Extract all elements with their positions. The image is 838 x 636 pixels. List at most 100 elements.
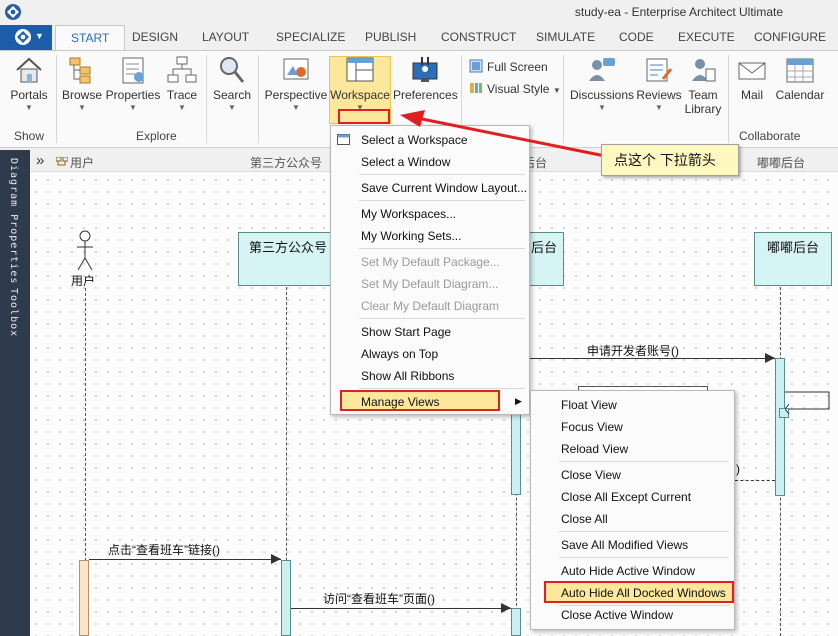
perspective-button[interactable]: Perspective ▼ (264, 55, 328, 112)
workspace-button[interactable]: Workspace ▼ (330, 55, 390, 112)
actor-stick-figure-icon (77, 230, 93, 271)
menu-item-my-workspaces[interactable]: My Workspaces... (361, 207, 456, 221)
tab-start[interactable]: START (55, 25, 126, 51)
library-label: Library (684, 102, 722, 116)
mail-label: Mail (740, 88, 763, 102)
tab-publish[interactable]: PUBLISH (365, 30, 416, 44)
submenu-arrow-icon: ▶ (515, 396, 522, 406)
app-menu-button[interactable]: ▼ (0, 25, 52, 50)
calendar-label: Calendar (775, 88, 825, 102)
search-label: Search (212, 88, 252, 102)
preferences-button[interactable]: Preferences (393, 55, 458, 102)
menu-item-close-view[interactable]: Close View (561, 468, 621, 482)
full-screen-button[interactable]: Full Screen (469, 59, 548, 74)
full-screen-icon (469, 59, 483, 73)
menu-item-set-default-package: Set My Default Package... (361, 255, 500, 269)
reviews-button[interactable]: Reviews ▼ (636, 55, 682, 112)
tab-layout[interactable]: LAYOUT (202, 30, 249, 44)
actor-activation[interactable] (79, 560, 89, 636)
trace-hierarchy-icon (167, 56, 197, 83)
menu-item-reload-view[interactable]: Reload View (561, 442, 628, 456)
menu-item-show-all-ribbons[interactable]: Show All Ribbons (361, 369, 454, 383)
divider (206, 55, 207, 143)
chevron-down-icon: ▼ (228, 103, 236, 112)
toolbox-tab[interactable]: Toolbox (8, 288, 19, 337)
menu-item-auto-hide-all-docked-windows[interactable]: Auto Hide All Docked Windows (561, 586, 726, 600)
reviews-icon (646, 58, 673, 82)
dudu-activation[interactable] (775, 358, 785, 496)
workspace-layout-icon (346, 57, 374, 82)
menu-item-my-working-sets[interactable]: My Working Sets... (361, 229, 461, 243)
message-click-link[interactable] (89, 559, 281, 560)
browse-tree-icon (69, 57, 91, 84)
menu-item-save-all-modified-views[interactable]: Save All Modified Views (561, 538, 688, 552)
docked-sidebar: Diagram Properties Toolbox (0, 150, 30, 636)
discussions-button[interactable]: Discussions ▼ (570, 55, 634, 112)
menu-separator (359, 174, 525, 175)
workspace-dropdown-menu: Select a Workspace Select a Window Save … (330, 125, 530, 415)
browse-button[interactable]: Browse ▼ (62, 55, 102, 112)
self-message-loop (785, 391, 830, 414)
window-icon (337, 134, 350, 145)
expand-chevron-icon[interactable]: » (36, 152, 44, 169)
tab-configure[interactable]: CONFIGURE (754, 30, 826, 44)
mail-button[interactable]: Mail (734, 55, 770, 102)
message-return[interactable] (735, 480, 775, 481)
menu-item-save-window-layout[interactable]: Save Current Window Layout... (361, 181, 527, 195)
tab-specialize[interactable]: SPECIALIZE (276, 30, 345, 44)
title-bar: study-ea - Enterprise Architect Ultimate (0, 0, 838, 25)
menu-item-close-active-window[interactable]: Close Active Window (561, 608, 673, 622)
message-visit-page-label: 访问“查看班车”页面() (323, 592, 435, 606)
tab-code[interactable]: CODE (619, 30, 654, 44)
group-label-collaborate: Collaborate (739, 129, 801, 143)
message-visit-page[interactable] (291, 608, 511, 609)
chevron-down-icon: ▼ (292, 103, 300, 112)
portals-button[interactable]: Portals ▼ (8, 55, 50, 112)
menu-item-float-view[interactable]: Float View (561, 398, 617, 412)
tab-construct[interactable]: CONSTRUCT (441, 30, 516, 44)
team-library-button[interactable]: Team Library (684, 55, 722, 116)
workspace-label: Workspace (330, 88, 390, 102)
group-label-explore: Explore (136, 129, 177, 143)
properties-label: Properties (105, 88, 161, 102)
actor-header-icon (55, 156, 69, 170)
menu-separator (359, 388, 525, 389)
menu-item-show-start-page[interactable]: Show Start Page (361, 325, 451, 339)
menu-item-manage-views[interactable]: Manage Views (361, 395, 440, 409)
search-button[interactable]: Search ▼ (212, 55, 252, 112)
group-label-show: Show (14, 129, 45, 143)
message-click-link-label: 点击“查看班车”链接() (108, 543, 220, 557)
team-label: Team (688, 88, 718, 102)
message-apply-dev-label: 申请开发者账号() (587, 344, 679, 358)
diagram-properties-tab[interactable]: Diagram Properties (8, 158, 19, 284)
menu-item-always-on-top[interactable]: Always on Top (361, 347, 438, 361)
backend-activation-2[interactable] (511, 608, 521, 636)
preferences-monitor-icon (412, 57, 438, 82)
discussions-label: Discussions (570, 88, 635, 102)
header-dudu-backend: 嘟嘟后台 (757, 156, 806, 170)
reviews-label: Reviews (636, 88, 682, 102)
menu-separator (559, 461, 729, 462)
properties-button[interactable]: Properties ▼ (104, 55, 162, 112)
calendar-button[interactable]: Calendar (774, 55, 826, 102)
annotation-arrow-icon (400, 110, 606, 158)
menu-separator (559, 605, 729, 606)
tab-simulate[interactable]: SIMULATE (536, 30, 595, 44)
tab-design[interactable]: DESIGN (132, 30, 178, 44)
app-logo-icon (15, 29, 31, 45)
trace-button[interactable]: Trace ▼ (164, 55, 200, 112)
third-party-activation[interactable] (281, 560, 291, 636)
menu-item-close-all[interactable]: Close All (561, 512, 608, 526)
properties-icon (122, 57, 144, 84)
menu-item-auto-hide-active-window[interactable]: Auto Hide Active Window (561, 564, 695, 578)
arrowhead-icon (271, 554, 281, 564)
mail-icon (738, 62, 766, 80)
lifeline-box-dudu-backend[interactable]: 嘟嘟后台 (754, 232, 832, 286)
menu-item-focus-view[interactable]: Focus View (561, 420, 623, 434)
chevron-down-icon: ▼ (35, 31, 44, 41)
visual-style-button[interactable]: Visual Style ▼ (469, 81, 561, 96)
lifeline-box-third-party[interactable]: 第三方公众号 (238, 232, 338, 286)
menu-separator (359, 200, 525, 201)
menu-item-close-all-except-current[interactable]: Close All Except Current (561, 490, 691, 504)
tab-execute[interactable]: EXECUTE (678, 30, 735, 44)
